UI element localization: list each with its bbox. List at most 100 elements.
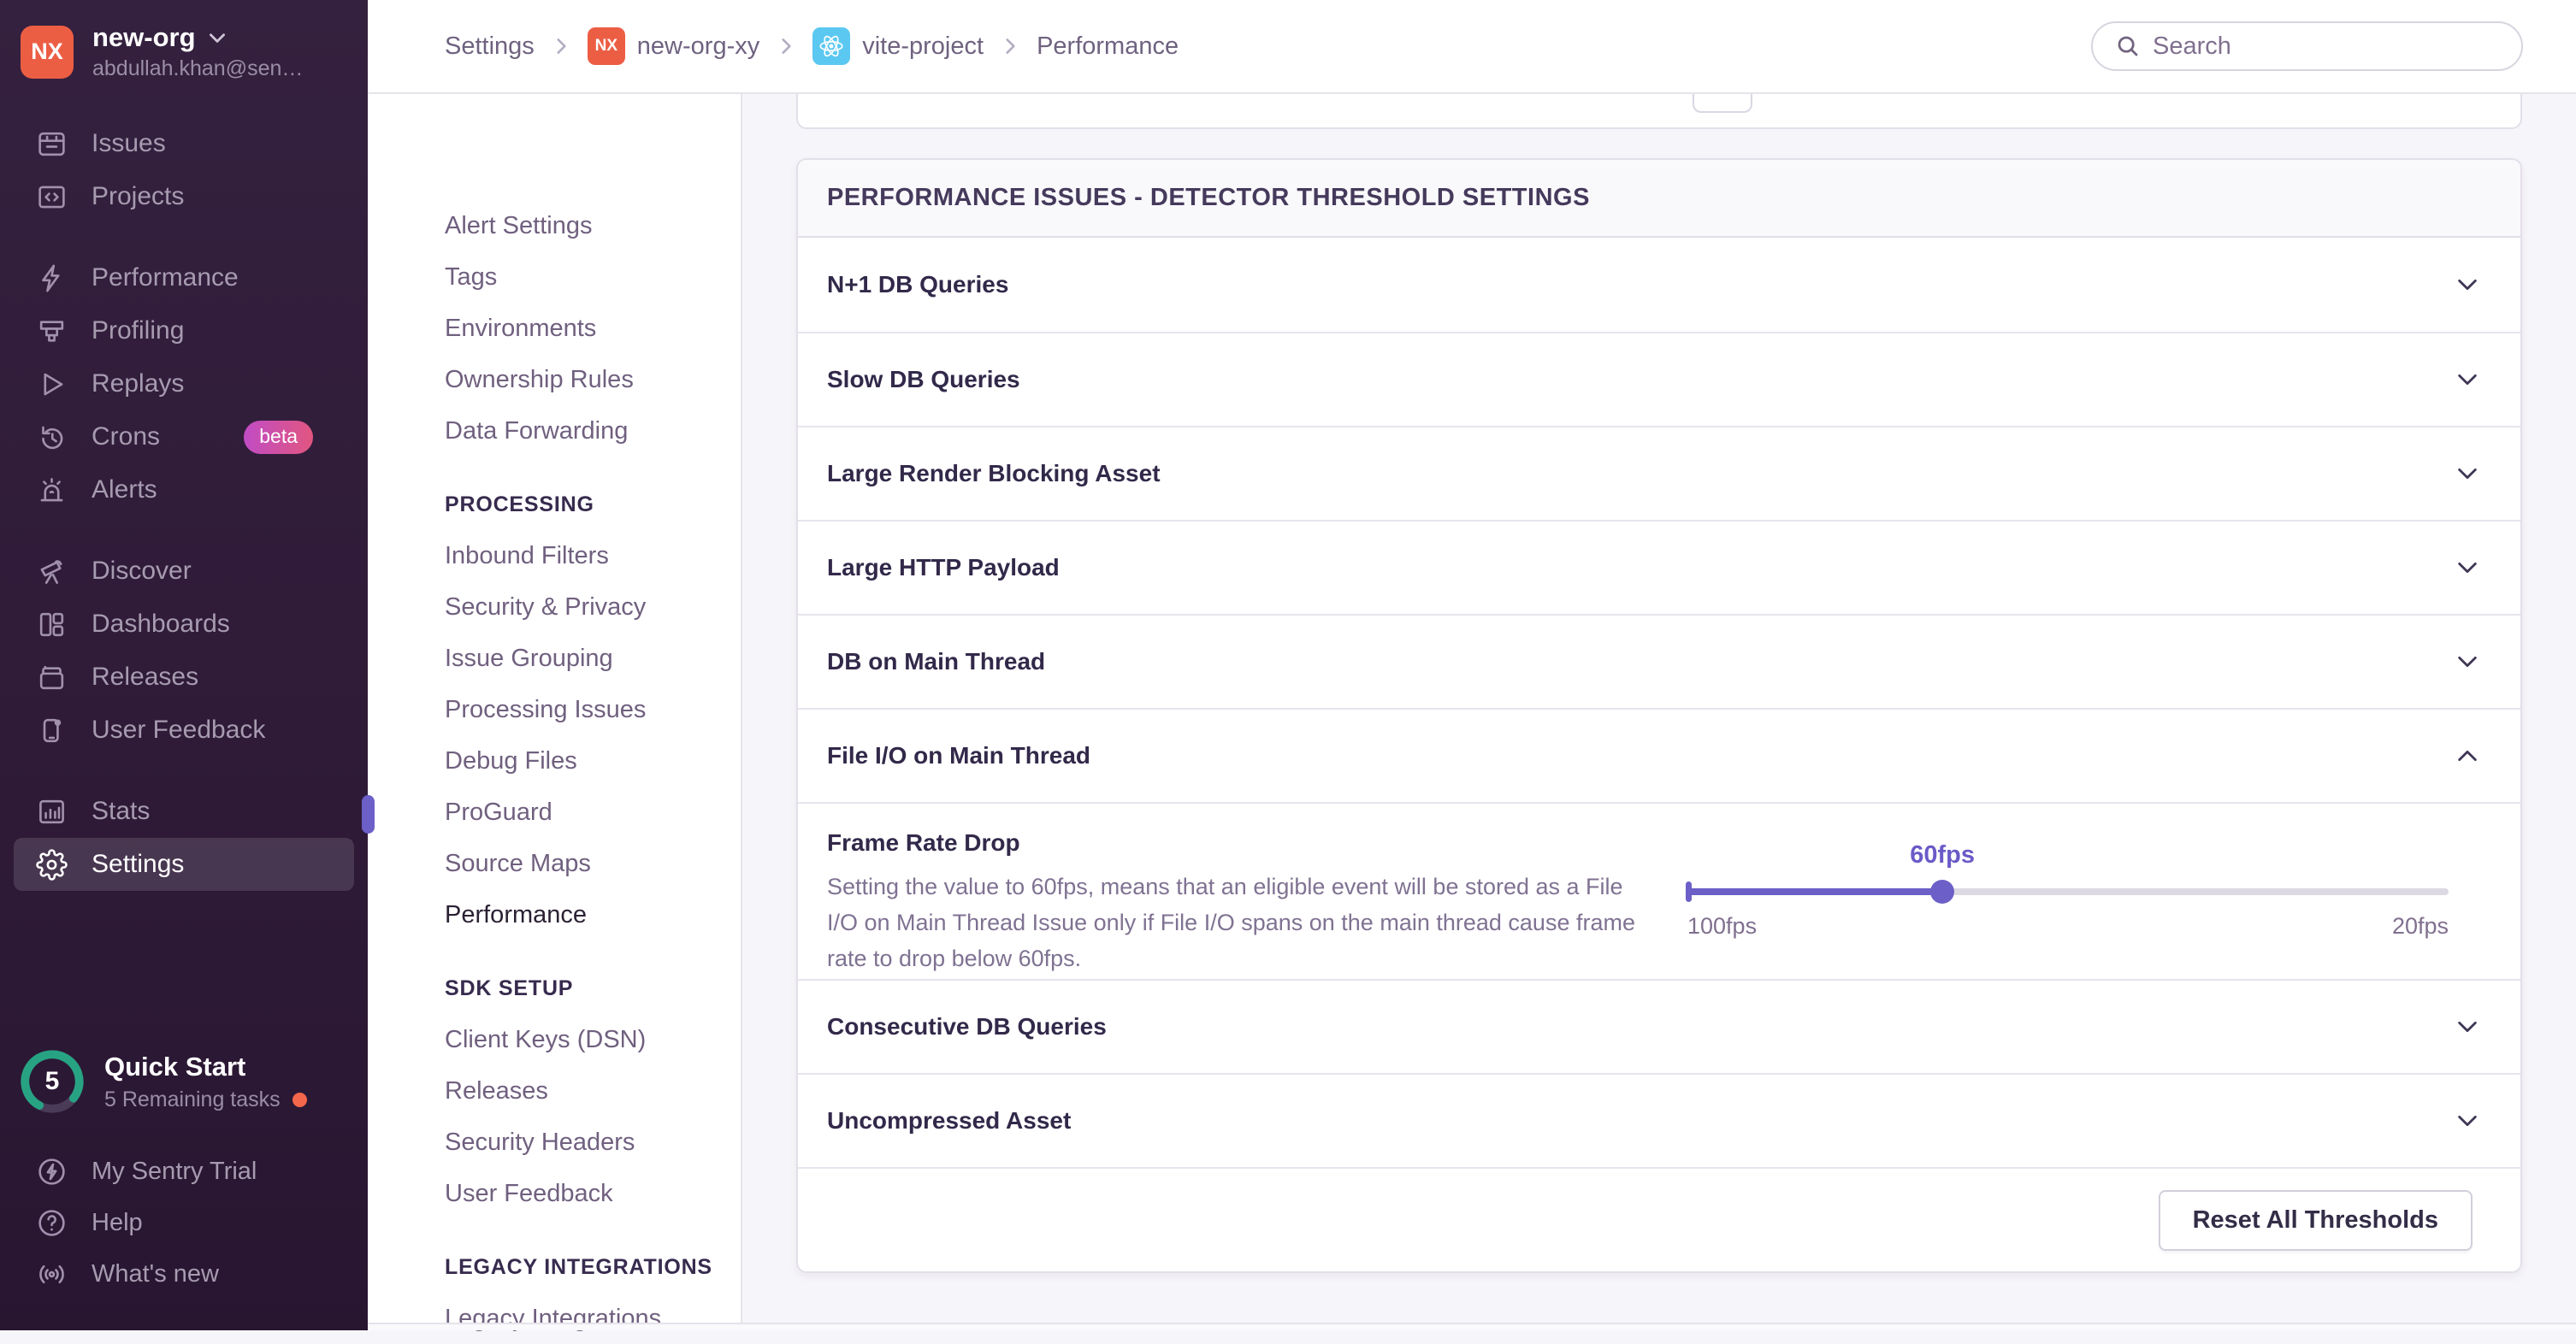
breadcrumb-settings[interactable]: Settings (445, 32, 535, 61)
org-badge: NX (588, 27, 625, 65)
slider-min-label: 100fps (1687, 913, 1757, 940)
sidebar-item-label: Alerts (92, 475, 157, 504)
settings-nav-header-sdk-setup: SDK SETUP (445, 963, 741, 1014)
accordion-row-consecutive-db-queries[interactable]: Consecutive DB Queries (798, 979, 2520, 1073)
sidebar-item-alerts[interactable]: Alerts (0, 463, 368, 516)
settings-nav-alert-settings[interactable]: Alert Settings (445, 200, 741, 251)
detector-threshold-panel: PERFORMANCE ISSUES - DETECTOR THRESHOLD … (796, 158, 2522, 1273)
sidebar-item-discover[interactable]: Discover (0, 545, 368, 598)
settings-nav-performance[interactable]: Performance (445, 889, 741, 940)
next-panel-edge (368, 1323, 2576, 1330)
settings-nav-issue-grouping[interactable]: Issue Grouping (445, 633, 741, 684)
help-icon (36, 1207, 68, 1239)
settings-nav: Alert Settings Tags Environments Ownersh… (368, 94, 742, 1323)
sidebar-item-label: What's new (92, 1260, 219, 1288)
settings-nav-source-maps[interactable]: Source Maps (445, 838, 741, 889)
settings-nav-processing-issues[interactable]: Processing Issues (445, 684, 741, 735)
settings-nav-releases[interactable]: Releases (445, 1065, 741, 1117)
slider-thumb[interactable] (1930, 880, 1954, 904)
row-label: Large HTTP Payload (827, 554, 1060, 581)
settings-nav-legacy-integrations[interactable]: Legacy Integrations (445, 1293, 741, 1344)
primary-nav: Issues Projects Performance Profiling (0, 117, 368, 891)
settings-nav-tags[interactable]: Tags (445, 251, 741, 303)
breadcrumb-org[interactable]: NX new-org-xy (588, 27, 759, 65)
alerts-icon (36, 475, 68, 506)
settings-nav-environments[interactable]: Environments (445, 303, 741, 354)
accordion-row-slow-db-queries[interactable]: Slow DB Queries (798, 332, 2520, 426)
sidebar-item-label: Profiling (92, 316, 184, 345)
chevron-down-icon (2454, 271, 2481, 298)
sidebar-item-label: Releases (92, 663, 198, 692)
notification-dot (292, 1093, 307, 1107)
performance-icon (36, 262, 68, 294)
sidebar-item-label: Discover (92, 557, 192, 586)
sidebar-item-performance[interactable]: Performance (0, 251, 368, 304)
breadcrumb-project[interactable]: vite-project (812, 27, 984, 65)
frame-rate-slider[interactable]: 60fps 100fps 20fps (1687, 804, 2449, 979)
broadcast-icon (36, 1259, 68, 1290)
sidebar-item-projects[interactable]: Projects (0, 170, 368, 223)
settings-nav-proguard[interactable]: ProGuard (445, 787, 741, 838)
settings-nav-inbound-filters[interactable]: Inbound Filters (445, 530, 741, 581)
active-nav-indicator (362, 795, 375, 834)
sidebar-item-label: Replays (92, 369, 184, 398)
sidebar-item-dashboards[interactable]: Dashboards (0, 598, 368, 651)
beta-badge: beta (244, 421, 313, 454)
accordion-row-uncompressed-asset[interactable]: Uncompressed Asset (798, 1073, 2520, 1167)
projects-icon (36, 181, 68, 213)
org-name: new-org (92, 22, 196, 53)
gear-icon (36, 849, 68, 881)
quick-start-widget[interactable]: 5 Quick Start 5 Remaining tasks (19, 1048, 307, 1115)
chevron-right-icon (550, 35, 572, 57)
org-avatar: NX (21, 26, 74, 79)
settings-nav-debug-files[interactable]: Debug Files (445, 735, 741, 787)
sidebar-item-stats[interactable]: Stats (0, 785, 368, 838)
discover-icon (36, 556, 68, 587)
sidebar-item-user-feedback[interactable]: User Feedback (0, 704, 368, 757)
accordion-row-db-on-main-thread[interactable]: DB on Main Thread (798, 614, 2520, 708)
user-feedback-icon (36, 715, 68, 746)
search-input[interactable] (2153, 32, 2499, 61)
sidebar-item-settings[interactable]: Settings (14, 838, 354, 891)
chevron-down-icon (2454, 648, 2481, 675)
settings-nav-header-processing: PROCESSING (445, 479, 741, 530)
sidebar-item-whats-new[interactable]: What's new (0, 1248, 368, 1300)
sidebar-item-label: Performance (92, 263, 239, 292)
react-logo-icon (812, 27, 850, 65)
chevron-right-icon (999, 35, 1021, 57)
settings-nav-client-keys[interactable]: Client Keys (DSN) (445, 1014, 741, 1065)
search-icon (2115, 33, 2141, 59)
reset-all-thresholds-button[interactable]: Reset All Thresholds (2159, 1190, 2473, 1251)
sidebar-item-crons[interactable]: Crons beta (0, 410, 368, 463)
panel-header: PERFORMANCE ISSUES - DETECTOR THRESHOLD … (798, 160, 2520, 238)
sidebar-item-issues[interactable]: Issues (0, 117, 368, 170)
settings-nav-security-headers[interactable]: Security Headers (445, 1117, 741, 1168)
breadcrumb-current-page: Performance (1037, 32, 1179, 61)
frame-rate-drop-section: Frame Rate Drop Setting the value to 60f… (798, 802, 2520, 979)
accordion-row-large-render-blocking-asset[interactable]: Large Render Blocking Asset (798, 426, 2520, 520)
scrolled-button-remnant (1693, 94, 1752, 113)
row-label: DB on Main Thread (827, 648, 1045, 675)
sidebar-item-replays[interactable]: Replays (0, 357, 368, 410)
settings-nav-data-forwarding[interactable]: Data Forwarding (445, 405, 741, 457)
row-label: Uncompressed Asset (827, 1107, 1071, 1135)
org-switcher[interactable]: NX new-org abdullah.khan@sen… (0, 0, 368, 90)
settings-nav-user-feedback[interactable]: User Feedback (445, 1168, 741, 1219)
settings-nav-ownership-rules[interactable]: Ownership Rules (445, 354, 741, 405)
sidebar-item-label: Crons (92, 422, 160, 451)
accordion-row-file-io-on-main-thread[interactable]: File I/O on Main Thread (798, 708, 2520, 802)
sidebar-item-help[interactable]: Help (0, 1197, 368, 1248)
sidebar-footer: My Sentry Trial Help What's new (0, 1146, 368, 1300)
row-label: File I/O on Main Thread (827, 742, 1090, 769)
sidebar-item-profiling[interactable]: Profiling (0, 304, 368, 357)
sidebar-item-releases[interactable]: Releases (0, 651, 368, 704)
crons-icon (36, 421, 68, 453)
search-bar[interactable] (2091, 21, 2523, 71)
sidebar-item-label: My Sentry Trial (92, 1158, 257, 1186)
breadcrumb-project-label: vite-project (862, 32, 984, 61)
sidebar-item-my-sentry-trial[interactable]: My Sentry Trial (0, 1146, 368, 1197)
accordion-row-large-http-payload[interactable]: Large HTTP Payload (798, 520, 2520, 614)
settings-nav-security-privacy[interactable]: Security & Privacy (445, 581, 741, 633)
accordion-row-n-plus-one-db-queries[interactable]: N+1 DB Queries (798, 238, 2520, 332)
slider-start-cap (1686, 881, 1692, 902)
